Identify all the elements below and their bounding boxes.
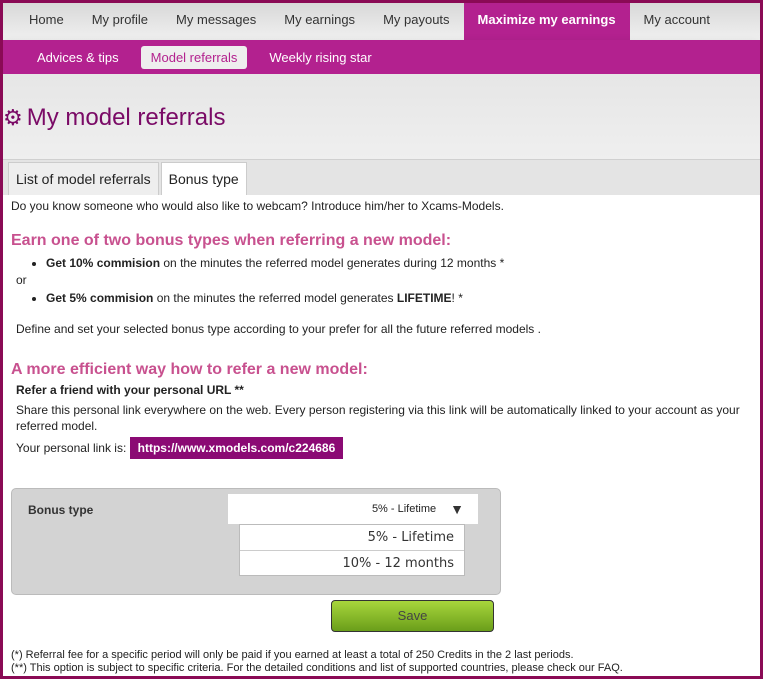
bonus-list-2: Get 5% commision on the minutes the refe…	[11, 291, 751, 305]
personal-link[interactable]: https://www.xmodels.com/c224686	[129, 437, 344, 459]
nav-my-earnings[interactable]: My earnings	[270, 3, 369, 40]
define-text: Define and set your selected bonus type …	[16, 322, 541, 336]
bonus-option-5: Get 5% commision on the minutes the refe…	[46, 291, 751, 305]
sub-nav: Advices & tips Model referrals Weekly ri…	[3, 40, 760, 74]
bonus-type-options: 5% - Lifetime 10% - 12 months	[239, 524, 465, 576]
bonus-list: Get 10% commision on the minutes the ref…	[11, 256, 751, 270]
page-title: My model referrals	[26, 104, 226, 131]
refer-title: Refer a friend with your personal URL **	[16, 383, 244, 397]
gear-icon: ⚙	[3, 105, 23, 130]
subnav-weekly-rising-star[interactable]: Weekly rising star	[259, 46, 381, 69]
subnav-advices[interactable]: Advices & tips	[27, 46, 129, 69]
nav-my-payouts[interactable]: My payouts	[369, 3, 463, 40]
page-header: ⚙ My model referrals	[3, 74, 760, 159]
heading-refer: A more efficient way how to refer a new …	[11, 361, 368, 378]
nav-my-profile[interactable]: My profile	[78, 3, 162, 40]
tab-list-referrals[interactable]: List of model referrals	[8, 162, 159, 195]
footnote-2: (**) This option is subject to specific …	[11, 662, 623, 674]
nav-my-messages[interactable]: My messages	[162, 3, 270, 40]
intro-text: Do you know someone who would also like …	[11, 199, 504, 213]
bonus-type-label: Bonus type	[28, 503, 94, 517]
tab-bar: List of model referrals Bonus type	[3, 159, 760, 195]
heading-bonus-types: Earn one of two bonus types when referri…	[11, 232, 452, 249]
dropdown-arrow-icon: ▼	[450, 501, 464, 517]
nav-my-account[interactable]: My account	[630, 3, 724, 40]
content: Do you know someone who would also like …	[11, 195, 751, 459]
tab-bonus-type[interactable]: Bonus type	[160, 162, 247, 195]
or-text: or	[16, 273, 27, 287]
nav-maximize-earnings[interactable]: Maximize my earnings	[463, 3, 630, 40]
link-label: Your personal link is:	[16, 441, 127, 455]
footnotes: (*) Referral fee for a specific period w…	[11, 649, 623, 675]
option-10-12-months[interactable]: 10% - 12 months	[240, 550, 464, 575]
bonus-type-select[interactable]: 5% - Lifetime ▼	[228, 494, 478, 524]
top-nav: Home My profile My messages My earnings …	[3, 3, 760, 40]
share-text: Share this personal link everywhere on t…	[16, 403, 740, 433]
bonus-option-10: Get 10% commision on the minutes the ref…	[46, 256, 751, 270]
option-5-lifetime[interactable]: 5% - Lifetime	[240, 525, 464, 550]
nav-home[interactable]: Home	[15, 3, 78, 40]
selected-value: 5% - Lifetime	[371, 503, 437, 515]
save-button[interactable]: Save	[331, 600, 494, 632]
footnote-1: (*) Referral fee for a specific period w…	[11, 649, 574, 661]
subnav-model-referrals[interactable]: Model referrals	[140, 45, 248, 69]
